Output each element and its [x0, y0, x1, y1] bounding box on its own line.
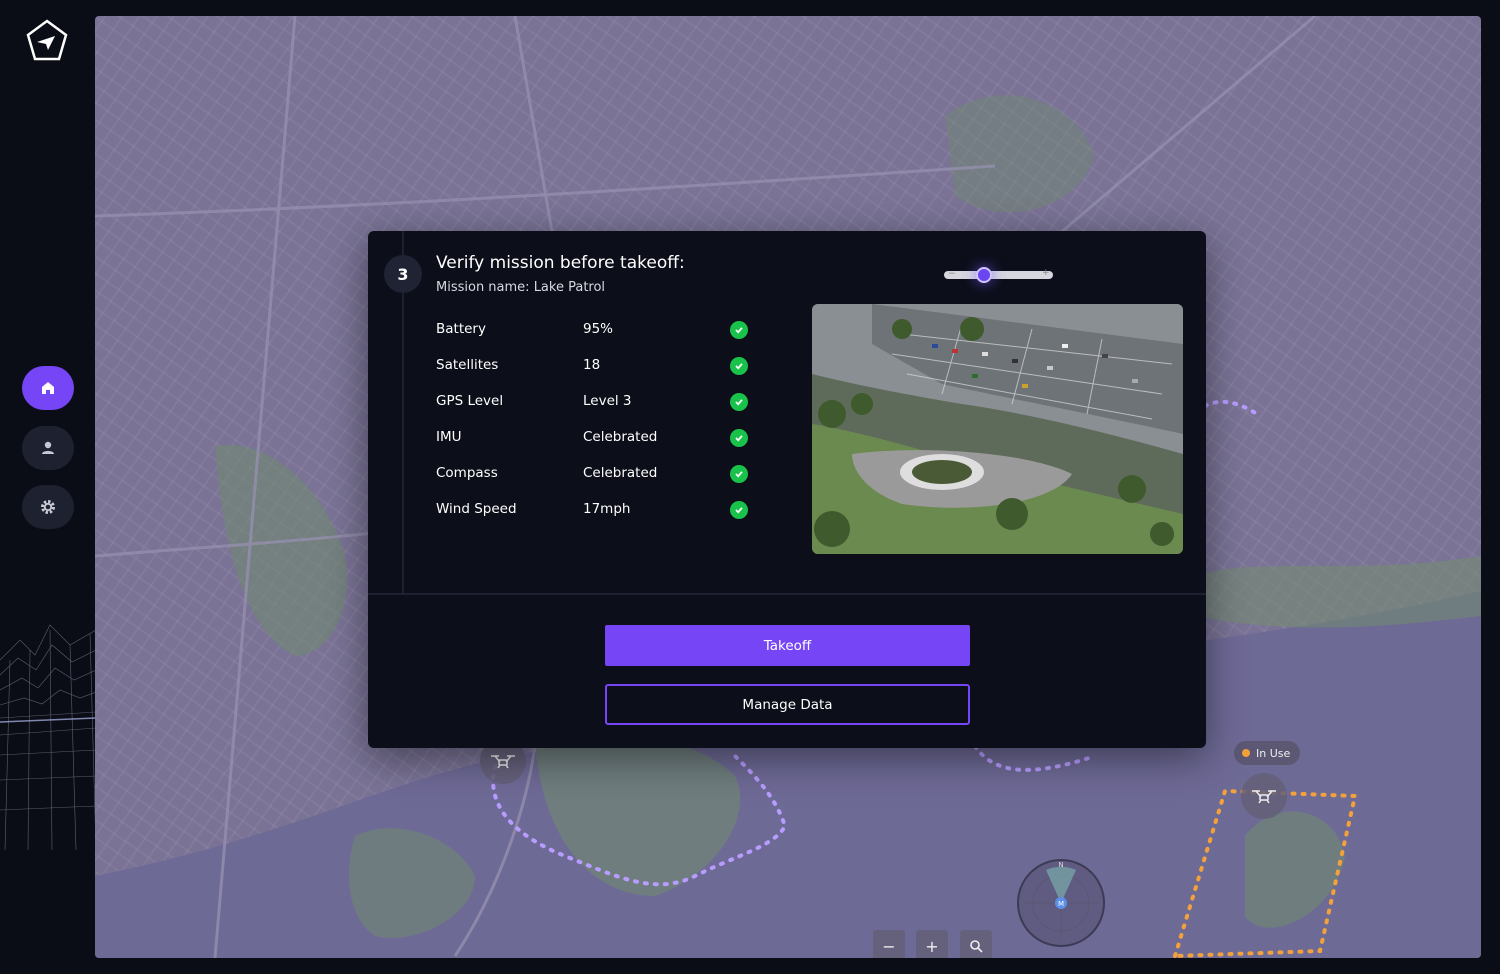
status-text: In Use [1256, 746, 1291, 760]
app: − + M N In Use 3 Verify mission before t… [0, 0, 1500, 974]
status-badge: In Use [1234, 741, 1301, 765]
check-ok-icon [730, 465, 748, 483]
logo-icon[interactable] [24, 18, 70, 64]
step-number: 3 [384, 255, 422, 293]
nav-settings-button[interactable] [22, 485, 74, 529]
modal-divider [368, 593, 1206, 595]
check-label: IMU [436, 429, 462, 445]
check-row-gps-level: GPS Level Level 3 [436, 391, 756, 427]
check-value: Celebrated [583, 429, 658, 445]
preflight-checklist: Battery 95% Satellites 18 GPS Level Leve… [436, 319, 756, 535]
camera-preview-image [812, 304, 1183, 554]
compass-marker: M [1058, 900, 1064, 908]
nav-home-button[interactable] [22, 366, 74, 410]
check-row-satellites: Satellites 18 [436, 355, 756, 391]
check-ok-icon [730, 321, 748, 339]
user-icon [42, 441, 54, 454]
search-icon [970, 940, 983, 953]
manage-data-button[interactable]: Manage Data [605, 684, 970, 725]
check-label: GPS Level [436, 393, 504, 409]
compass-icon[interactable]: M N [1016, 858, 1106, 948]
check-ok-icon [730, 429, 748, 447]
check-ok-icon [730, 501, 748, 519]
check-row-battery: Battery 95% [436, 319, 756, 355]
zoom-out-button[interactable]: − [873, 930, 905, 958]
check-value: 17mph [583, 501, 631, 517]
check-value: Celebrated [583, 465, 658, 481]
mission-verify-modal: 3 Verify mission before takeoff: Mission… [368, 231, 1206, 748]
drone-marker-in-use[interactable] [1241, 773, 1287, 819]
check-ok-icon [730, 393, 748, 411]
check-ok-icon [730, 357, 748, 375]
zoom-in-button[interactable]: + [916, 930, 948, 958]
wireframe-terrain [0, 624, 96, 850]
check-label: Battery [436, 321, 486, 337]
check-label: Compass [436, 465, 498, 481]
slider-max-icon: + [1042, 268, 1050, 278]
nav-profile-button[interactable] [22, 426, 74, 470]
slider-handle[interactable] [976, 267, 993, 283]
check-value: 18 [583, 357, 601, 373]
compass-north: N [1058, 861, 1063, 869]
check-row-wind-speed: Wind Speed 17mph [436, 499, 756, 535]
drone-icon [1252, 790, 1276, 804]
check-value: Level 3 [583, 393, 632, 409]
status-dot [1242, 749, 1250, 757]
mission-name: Mission name: Lake Patrol [436, 280, 606, 295]
check-row-imu: IMU Celebrated [436, 427, 756, 463]
check-label: Satellites [436, 357, 499, 373]
slider-min-icon: − [948, 269, 956, 279]
check-label: Wind Speed [436, 501, 517, 517]
check-value: 95% [583, 321, 614, 337]
gear-icon [41, 500, 55, 514]
home-icon [42, 382, 54, 394]
sidebar [0, 0, 96, 974]
takeoff-button[interactable]: Takeoff [605, 625, 970, 666]
check-row-compass: Compass Celebrated [436, 463, 756, 499]
drone-icon [491, 755, 515, 769]
preview-zoom-slider[interactable] [944, 271, 1053, 279]
map-search-button[interactable] [960, 930, 992, 958]
modal-title: Verify mission before takeoff: [436, 253, 685, 273]
